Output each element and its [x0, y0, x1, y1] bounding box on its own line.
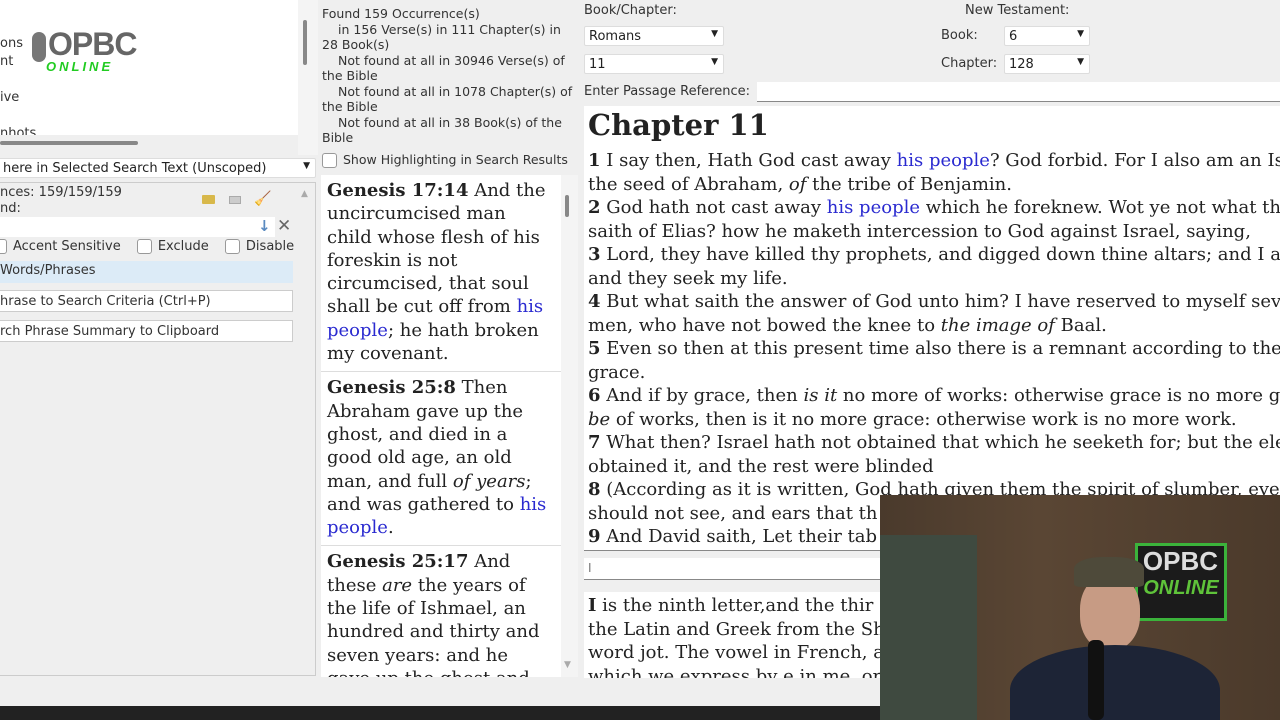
add-phrase-button[interactable]: hrase to Search Criteria (Ctrl+P)	[0, 290, 293, 312]
chevron-down-icon: ▼	[711, 57, 718, 67]
verse: 3 Lord, they have killed thy prophets, a…	[588, 244, 1280, 289]
found-label: nd:	[0, 201, 21, 216]
opbc-logo: OPBC ONLINE	[32, 26, 150, 76]
folder-add-icon[interactable]	[202, 195, 215, 204]
accent-sensitive-checkbox[interactable]: Accent Sensitive	[0, 239, 121, 254]
chapter-dropdown[interactable]: 11 ▼	[584, 54, 724, 74]
book-chapter-label: Book/Chapter:	[584, 3, 677, 18]
verse: 7 What then? Israel hath not obtained th…	[588, 432, 1280, 477]
verse: 1 I say then, Hath God cast away his peo…	[588, 150, 1280, 195]
tree-item[interactable]: nt	[0, 54, 13, 69]
chapter-number-label: Chapter:	[941, 56, 998, 71]
show-highlighting-checkbox[interactable]: Show Highlighting in Search Results	[322, 152, 568, 168]
webcam-overlay: OPBC ONLINE	[880, 495, 1280, 720]
verse: 4 But what saith the answer of God unto …	[588, 291, 1280, 336]
person-body	[1010, 645, 1220, 720]
chevron-down-icon: ▼	[711, 29, 718, 39]
result-item[interactable]: Genesis 25:8 Then Abraham gave up the gh…	[321, 372, 561, 547]
tree-horizontal-scrollbar[interactable]	[0, 141, 138, 145]
person-cap	[1074, 557, 1144, 587]
verse: 2 God hath not cast away his people whic…	[588, 197, 1280, 242]
book-number-dropdown[interactable]: 6 ▼	[1004, 26, 1090, 46]
testament-label: New Testament:	[965, 3, 1070, 18]
book-number-label: Book:	[941, 28, 978, 43]
checkbox-label: Accent Sensitive	[13, 239, 121, 254]
checkbox-label: Exclude	[157, 239, 209, 254]
verse: 5 Even so then at this present time also…	[588, 338, 1280, 383]
instances-count: nces: 159/159/159	[0, 185, 122, 200]
microphone-icon	[32, 32, 46, 62]
copy-summary-button[interactable]: rch Phrase Summary to Clipboard	[0, 320, 293, 342]
microphone	[1088, 640, 1104, 720]
search-results-list: Genesis 17:14 And the uncircumcised man …	[321, 175, 561, 677]
results-scrollbar[interactable]: ▼	[561, 175, 578, 677]
close-icon[interactable]: ✕	[277, 216, 291, 236]
search-phrase-input[interactable]	[0, 217, 275, 237]
chapter-number-dropdown[interactable]: 128 ▼	[1004, 54, 1090, 74]
checkbox-label: Disable	[245, 239, 295, 254]
passage-reference-label: Enter Passage Reference:	[584, 84, 750, 99]
words-phrases-row[interactable]: Words/Phrases	[0, 261, 293, 283]
chevron-down-icon: ▼	[303, 161, 310, 171]
checkbox-label: Show Highlighting in Search Results	[343, 152, 568, 167]
broom-clear-icon[interactable]: 🧹	[254, 191, 271, 207]
exclude-checkbox[interactable]: Exclude	[136, 239, 209, 254]
result-item[interactable]: Genesis 25:17 And these are the years of…	[321, 546, 561, 677]
result-item[interactable]: Genesis 17:14 And the uncircumcised man …	[321, 175, 561, 373]
scope-dropdown[interactable]: here in Selected Search Text (Unscoped) ▼	[0, 158, 316, 178]
scope-value: here in Selected Search Text (Unscoped)	[3, 161, 267, 176]
down-arrow-icon[interactable]: ↓	[258, 217, 271, 235]
chevron-down-icon: ▼	[1077, 57, 1084, 67]
search-criteria-panel: nces: 159/159/159 nd: 🧹 ▲ ↓ ✕ Accent Sen…	[0, 182, 316, 676]
passage-reference-input[interactable]	[757, 82, 1280, 102]
scroll-up-icon[interactable]: ▲	[301, 189, 308, 199]
folder-icon[interactable]	[229, 196, 241, 204]
verse: 6 And if by grace, then is it no more of…	[588, 385, 1280, 430]
chapter-text-view: Chapter 11 1 I say then, Hath God cast a…	[584, 106, 1280, 551]
disable-checkbox[interactable]: Disable	[224, 239, 295, 254]
chevron-down-icon: ▼	[1077, 29, 1084, 39]
tree-vertical-scrollbar[interactable]	[298, 0, 318, 155]
opbc-sign: OPBC ONLINE	[1135, 543, 1227, 621]
tree-item[interactable]: nhots	[0, 126, 36, 135]
wooden-door	[880, 535, 977, 720]
tree-item[interactable]: ive	[0, 90, 19, 105]
chapter-title: Chapter 11	[588, 108, 769, 142]
search-statistics: Found 159 Occurrence(s) in 156 Verse(s) …	[322, 6, 573, 145]
book-dropdown[interactable]: Romans ▼	[584, 26, 724, 46]
tree-item[interactable]: ons	[0, 36, 23, 51]
left-tree-panel: ons nt ive nhots OPBC ONLINE	[0, 0, 298, 135]
